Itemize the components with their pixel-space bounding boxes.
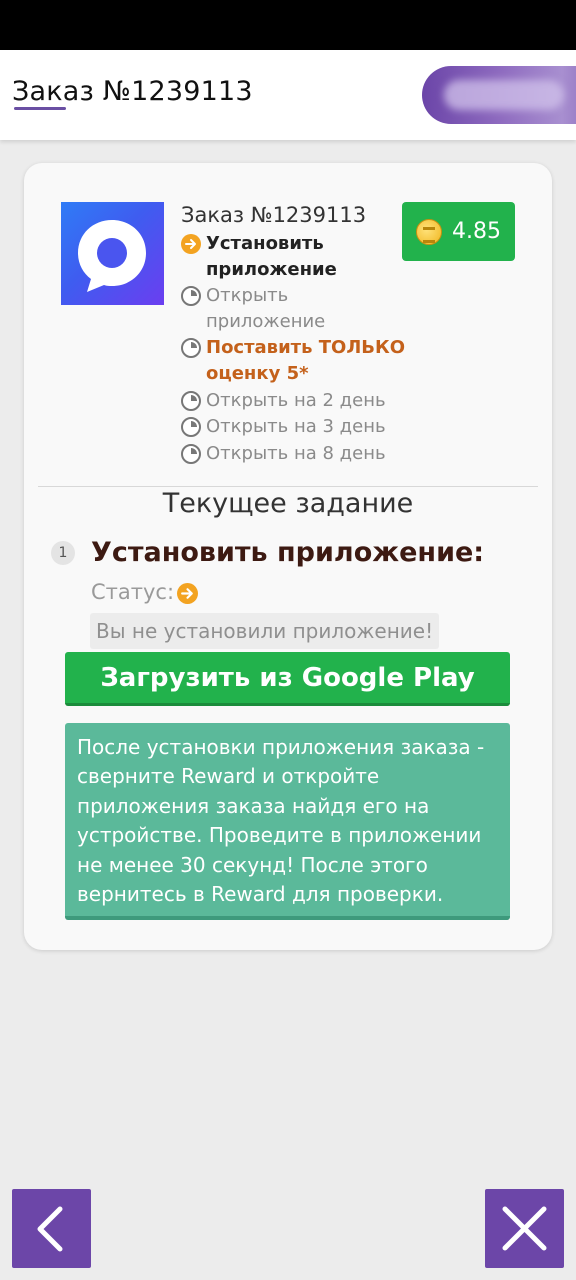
back-button[interactable]	[12, 1189, 91, 1268]
arrow-right-icon	[181, 234, 201, 254]
current-task-title: Текущее задание	[162, 488, 414, 519]
close-button[interactable]	[485, 1189, 564, 1268]
step-label: Открыть на 3 день	[206, 416, 386, 438]
order-steps-list: Установить приложение Открыть приложение…	[181, 231, 411, 467]
app-logo-icon	[61, 202, 164, 305]
instructions-box: После установки приложения заказа - свер…	[65, 723, 510, 920]
task-number-badge: 1	[51, 541, 75, 565]
reward-value: 4.85	[452, 219, 501, 244]
app-header: Заказ №1239113	[0, 50, 576, 140]
download-google-play-button[interactable]: Загрузить из Google Play	[65, 652, 510, 706]
step-open: Открыть приложение	[181, 283, 411, 334]
status-message: Вы не установили приложение!	[90, 613, 440, 649]
title-underline	[14, 107, 66, 110]
step-label: Открыть на 2 день	[206, 389, 386, 411]
page-title: Заказ №1239113	[12, 76, 253, 107]
chevron-left-icon	[37, 1206, 63, 1252]
step-install: Установить приложение	[181, 231, 411, 282]
arrow-right-icon	[177, 583, 198, 604]
step-label: Открыть приложение	[206, 285, 326, 332]
step-day-8: Открыть на 8 день	[181, 441, 411, 467]
step-rate: Поставить ТОЛЬКО оценку 5*	[181, 335, 411, 386]
header-action-blob[interactable]	[422, 66, 576, 124]
step-label: Поставить ТОЛЬКО оценку 5*	[206, 337, 406, 384]
task-title: Установить приложение:	[91, 537, 485, 568]
close-icon	[502, 1206, 547, 1251]
clock-icon	[181, 286, 201, 307]
divider	[38, 486, 538, 487]
clock-icon	[181, 390, 201, 411]
order-title: Заказ №1239113	[181, 203, 367, 227]
status-bar	[0, 0, 576, 50]
step-day-3: Открыть на 3 день	[181, 414, 411, 440]
status-label: Статус:	[91, 580, 175, 604]
order-card: Заказ №1239113 Установить приложение Отк…	[24, 163, 552, 950]
clock-icon	[181, 417, 201, 438]
step-label: Установить приложение	[206, 233, 337, 280]
reward-badge: 4.85	[402, 202, 515, 261]
clock-icon	[181, 443, 201, 464]
step-label: Открыть на 8 день	[206, 442, 386, 464]
coin-icon	[416, 218, 442, 245]
clock-icon	[181, 338, 201, 359]
step-day-2: Открыть на 2 день	[181, 388, 411, 414]
